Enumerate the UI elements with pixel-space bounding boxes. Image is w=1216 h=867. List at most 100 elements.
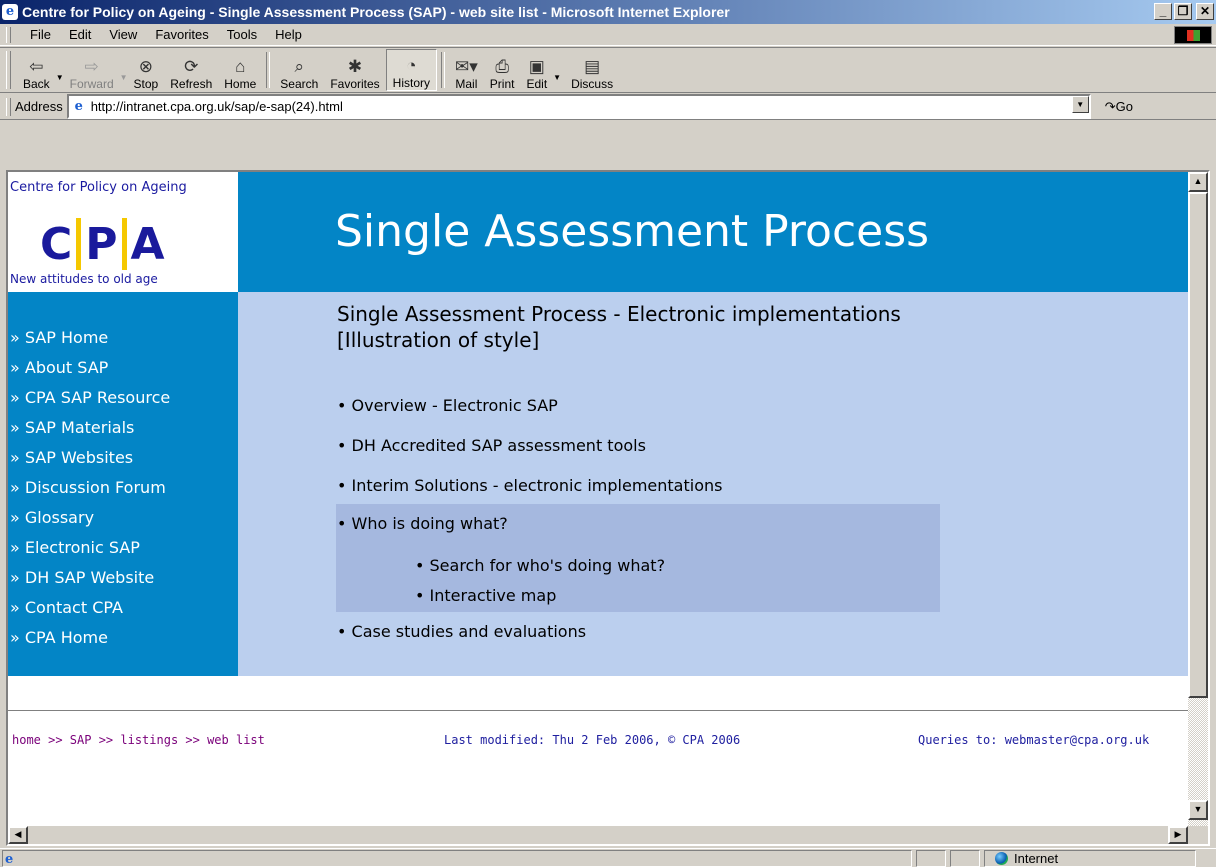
go-arrow-icon: ↷ [1104, 98, 1116, 114]
history-button[interactable]: ◔ History [385, 49, 438, 91]
menu-help[interactable]: Help [266, 27, 311, 42]
edit-label: Edit [526, 77, 548, 91]
status-panel-blank [950, 850, 980, 867]
address-input[interactable]: e http://intranet.cpa.org.uk/sap/e-sap(2… [66, 94, 1091, 119]
logo-tagline: New attitudes to old age [10, 272, 158, 286]
link-dh-accredited-tools[interactable]: • DH Accredited SAP assessment tools [337, 436, 646, 455]
menu-file[interactable]: File [21, 27, 60, 42]
vertical-scroll-thumb[interactable] [1188, 192, 1208, 698]
scroll-right-icon[interactable]: ▶ [1168, 826, 1188, 844]
mail-button[interactable]: ✉▾ Mail [449, 49, 484, 91]
sidebar-item-cpa-home[interactable]: » CPA Home [10, 628, 108, 647]
stop-button[interactable]: ⊗ Stop [128, 49, 165, 91]
page-icon: e [74, 98, 83, 114]
edit-dropdown-icon[interactable]: ▼ [553, 73, 561, 82]
address-dropdown-button[interactable]: ▼ [1071, 96, 1089, 113]
sidebar-item-sap-materials[interactable]: » SAP Materials [10, 418, 134, 437]
sidebar-nav: » SAP Home » About SAP » CPA SAP Resourc… [8, 292, 238, 676]
forward-button[interactable]: ⇨ Forward [64, 49, 120, 91]
logo-letters: C P A [40, 216, 165, 272]
cpa-logo[interactable]: Centre for Policy on Ageing C P A New at… [8, 172, 238, 292]
horizontal-scrollbar[interactable]: ◀ ▶ [8, 826, 1188, 844]
footer-queries-link[interactable]: Queries to: webmaster@cpa.org.uk [918, 733, 1149, 747]
discuss-icon: ▤ [584, 57, 601, 76]
print-button[interactable]: ⎙ Print [484, 49, 521, 91]
logo-letter-c: C [40, 218, 73, 270]
favorites-icon: ✱ [347, 57, 363, 76]
footer-last-modified: Last modified: Thu 2 Feb 2006, © CPA 200… [444, 733, 741, 747]
menu-view[interactable]: View [100, 27, 146, 42]
header-banner: Single Assessment Process [238, 172, 1188, 292]
status-panel-blank [916, 850, 946, 867]
stop-icon: ⊗ [138, 57, 154, 76]
menu-favorites[interactable]: Favorites [146, 27, 217, 42]
logo-letter-a: A [130, 218, 165, 270]
back-dropdown-icon[interactable]: ▼ [56, 73, 64, 82]
favorites-label: Favorites [330, 77, 380, 91]
menu-grip[interactable] [6, 26, 11, 43]
link-interim-solutions[interactable]: • Interim Solutions - electronic impleme… [337, 476, 722, 495]
status-bar: e Internet [0, 848, 1216, 867]
page-title: Single Assessment Process - Electronic i… [337, 302, 901, 326]
word-edit-icon: ▣ [528, 57, 545, 76]
scroll-down-icon[interactable]: ▼ [1188, 800, 1208, 820]
search-icon: ⌕ [294, 57, 305, 76]
logo-letter-p: P [85, 218, 118, 270]
go-label: Go [1115, 98, 1133, 114]
security-zone-label: Internet [1014, 851, 1059, 866]
sidebar-item-discussion-forum[interactable]: » Discussion Forum [10, 478, 166, 497]
page-subtitle: [Illustration of style] [337, 328, 540, 352]
discuss-label: Discuss [571, 77, 614, 91]
home-button[interactable]: ⌂ Home [218, 49, 262, 91]
sidebar-item-sap-home[interactable]: » SAP Home [10, 328, 108, 347]
back-arrow-icon: ⇦ [29, 57, 44, 76]
forward-arrow-icon: ⇨ [84, 57, 99, 76]
minimize-button[interactable]: _ [1154, 3, 1172, 20]
maximize-button[interactable]: ❒ [1174, 3, 1192, 20]
main-content: Single Assessment Process - Electronic i… [238, 292, 1188, 676]
window-controls: _ ❒ ✕ [1154, 3, 1214, 20]
internet-globe-icon [995, 852, 1008, 865]
link-overview-electronic-sap[interactable]: • Overview - Electronic SAP [337, 396, 558, 415]
ie-logo-icon: e [2, 4, 18, 20]
logo-org-name: Centre for Policy on Ageing [10, 180, 187, 195]
print-label: Print [489, 77, 515, 91]
go-button[interactable]: ↷Go [1105, 99, 1133, 115]
sidebar-item-about-sap[interactable]: » About SAP [10, 358, 108, 377]
sidebar-item-electronic-sap[interactable]: » Electronic SAP [10, 538, 140, 557]
home-label: Home [224, 77, 257, 91]
footer-divider [8, 710, 1188, 712]
search-button[interactable]: ⌕ Search [274, 49, 324, 91]
sidebar-item-contact-cpa[interactable]: » Contact CPA [10, 598, 123, 617]
menu-tools[interactable]: Tools [218, 27, 266, 42]
sidebar-item-dh-sap-website[interactable]: » DH SAP Website [10, 568, 154, 587]
toolbar-grip[interactable] [6, 51, 11, 89]
discuss-button[interactable]: ▤ Discuss [561, 49, 623, 91]
menu-edit[interactable]: Edit [60, 27, 100, 42]
vertical-scrollbar[interactable]: ▲ ▼ [1188, 172, 1208, 826]
sidebar-item-cpa-sap-resource[interactable]: » CPA SAP Resource [10, 388, 170, 407]
home-icon: ⌂ [235, 57, 246, 76]
sidebar-item-sap-websites[interactable]: » SAP Websites [10, 448, 133, 467]
address-label: Address [15, 99, 63, 114]
window-title-bar[interactable]: e Centre for Policy on Ageing - Single A… [0, 0, 1216, 24]
back-button[interactable]: ⇦ Back [17, 49, 56, 91]
refresh-button[interactable]: ⟳ Refresh [164, 49, 218, 91]
stop-label: Stop [133, 77, 159, 91]
scroll-left-icon[interactable]: ◀ [8, 826, 28, 844]
link-search-who-doing-what[interactable]: • Search for who's doing what? [415, 556, 665, 575]
link-case-studies[interactable]: • Case studies and evaluations [337, 622, 586, 641]
address-grip[interactable] [6, 97, 11, 116]
link-who-is-doing-what[interactable]: • Who is doing what? [337, 514, 508, 533]
footer-breadcrumb[interactable]: home >> SAP >> listings >> web list [12, 733, 265, 747]
mail-icon: ✉▾ [455, 57, 478, 76]
sidebar-item-glossary[interactable]: » Glossary [10, 508, 94, 527]
link-interactive-map[interactable]: • Interactive map [415, 586, 556, 605]
edit-button[interactable]: ▣ Edit [520, 49, 553, 91]
forward-dropdown-icon[interactable]: ▼ [120, 73, 128, 82]
scroll-up-icon[interactable]: ▲ [1188, 172, 1208, 192]
favorites-button[interactable]: ✱ Favorites [324, 49, 385, 91]
close-button[interactable]: ✕ [1196, 3, 1214, 20]
page-viewport: Centre for Policy on Ageing C P A New at… [8, 172, 1188, 826]
status-message-panel: e [2, 850, 912, 867]
